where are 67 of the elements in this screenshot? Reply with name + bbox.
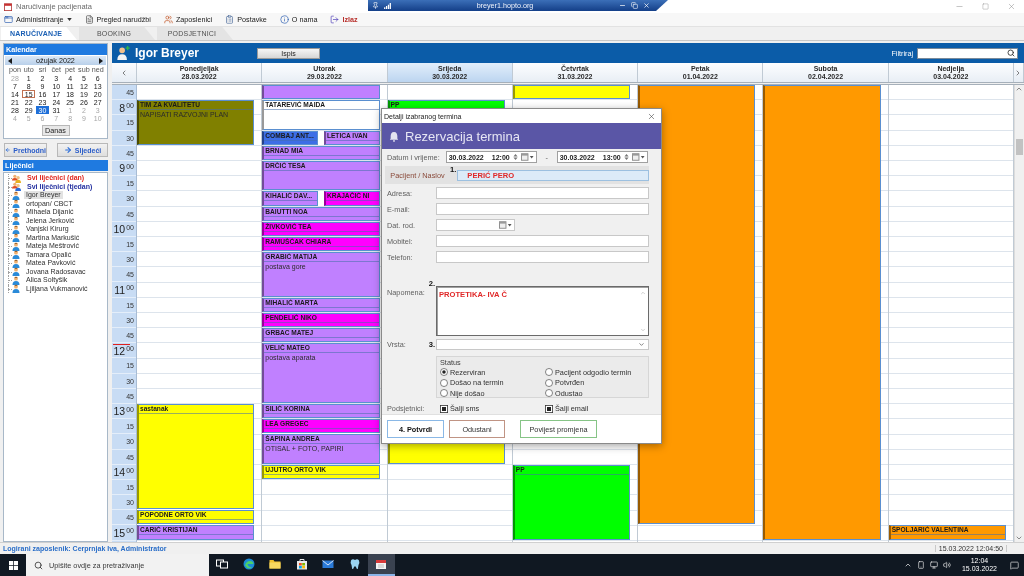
calendar-dropdown-icon[interactable] — [520, 153, 534, 161]
doctor-avatar-icon — [116, 46, 130, 60]
arrow-left-icon — [5, 146, 11, 154]
scroll-down-icon[interactable] — [1015, 534, 1024, 542]
pin-icon[interactable] — [372, 2, 379, 9]
network-icon[interactable] — [929, 561, 938, 569]
minimize-icon[interactable] — [619, 2, 626, 9]
close-icon[interactable] — [647, 111, 656, 121]
hour-label: 8 — [119, 102, 126, 114]
clipboard-icon — [225, 15, 235, 24]
document-icon — [84, 15, 94, 24]
close-icon[interactable] — [643, 2, 650, 9]
hour-label: 15 — [113, 527, 126, 539]
bell-icon — [389, 130, 399, 142]
arrow-right-icon — [63, 146, 72, 154]
text-field[interactable] — [436, 203, 649, 215]
hour-label: 14 — [113, 467, 126, 479]
arrow-left-icon[interactable] — [8, 57, 12, 64]
dialog-heading: Rezervacija termina — [405, 128, 520, 144]
people-group-icon — [12, 182, 21, 192]
task-view-icon — [216, 558, 229, 570]
scrollbar-thumb[interactable] — [1015, 139, 1023, 155]
info-icon — [279, 15, 289, 24]
hour-label: 12 — [113, 345, 126, 357]
tooth-icon — [348, 558, 361, 570]
chevron-down-icon — [638, 341, 645, 348]
filter-field[interactable] — [917, 47, 1018, 59]
scroll-up-icon — [640, 290, 646, 296]
hour-label: 10 — [113, 224, 126, 236]
restore-icon[interactable] — [631, 2, 638, 9]
start-icon[interactable] — [8, 560, 18, 570]
date-field[interactable] — [436, 219, 515, 231]
signal-icon — [384, 2, 391, 9]
chevron-left-icon — [120, 68, 128, 77]
mail-icon — [322, 558, 335, 570]
scroll-down-icon — [640, 327, 646, 333]
shopping-bag-icon — [295, 558, 308, 570]
notification-icon[interactable] — [1010, 560, 1019, 570]
taskbar-button[interactable] — [368, 554, 395, 576]
hour-label: 9 — [119, 163, 126, 175]
arrow-right-icon[interactable] — [99, 57, 103, 64]
hour-label: 13 — [113, 406, 126, 418]
exit-icon — [330, 15, 340, 24]
appointment-block[interactable] — [262, 85, 380, 100]
people-icon — [163, 15, 173, 24]
scroll-up-icon[interactable] — [1015, 85, 1024, 93]
calendar-icon — [375, 558, 388, 570]
text-field[interactable] — [436, 251, 649, 263]
speaker-icon[interactable] — [942, 561, 951, 569]
caret-icon — [66, 18, 72, 21]
hour-label: 11 — [114, 284, 126, 296]
calendar-dropdown-icon[interactable] — [499, 221, 512, 229]
chevron-up-icon[interactable] — [903, 561, 912, 569]
search-icon — [1007, 49, 1015, 57]
people-group-icon — [12, 173, 21, 183]
text-field[interactable] — [436, 187, 649, 199]
spinner-icon[interactable] — [623, 153, 629, 161]
window-icon — [4, 15, 13, 24]
scrollbar[interactable] — [1013, 85, 1024, 542]
text-field[interactable] — [436, 235, 649, 247]
phone-icon[interactable] — [916, 561, 925, 569]
calendar-dropdown-icon[interactable] — [631, 153, 645, 161]
search-icon — [34, 560, 43, 570]
browser-icon — [242, 558, 255, 570]
appointment-block[interactable] — [512, 85, 631, 100]
folder-icon — [269, 558, 282, 570]
doctor-name: Igor Breyer — [135, 46, 200, 60]
